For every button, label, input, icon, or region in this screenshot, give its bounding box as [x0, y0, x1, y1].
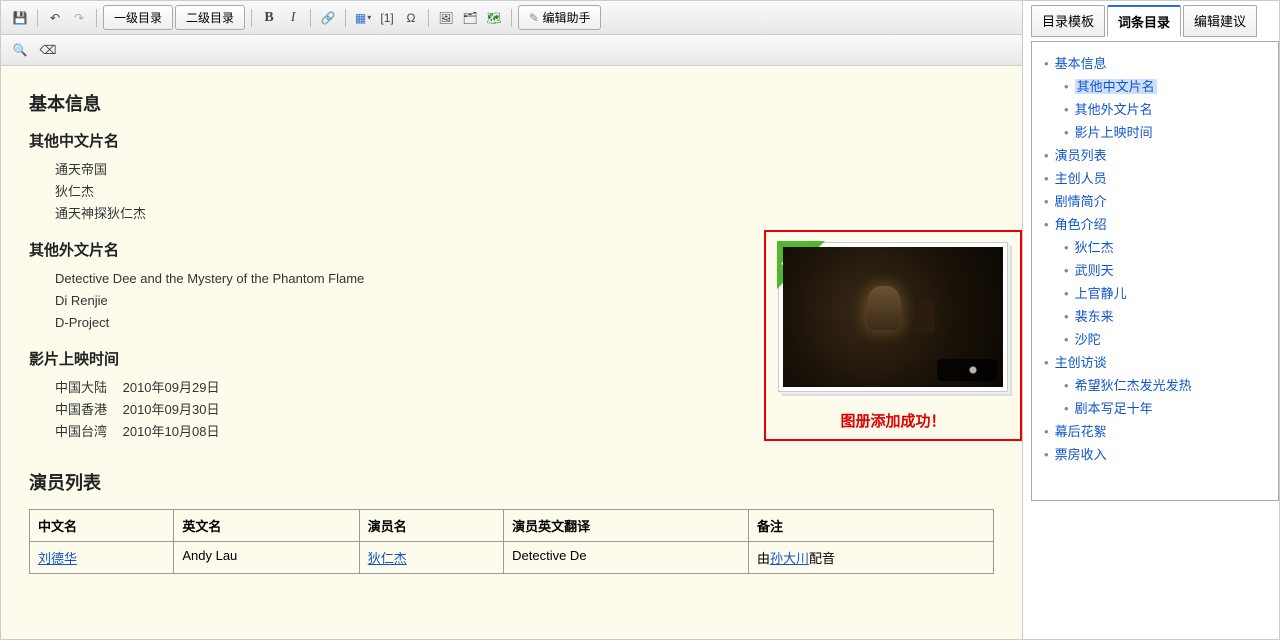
- editor-toolbar-row2: 🔍 ⌫: [1, 35, 1022, 66]
- table-header: 备注: [749, 510, 994, 542]
- toc-subitem: 影片上映时间: [1064, 121, 1272, 144]
- search-icon[interactable]: 🔍: [9, 39, 31, 61]
- cast-role-link[interactable]: 狄仁杰: [368, 551, 407, 566]
- list-item: 狄仁杰: [55, 181, 994, 203]
- table-header: 中文名: [30, 510, 174, 542]
- toc-link[interactable]: 角色介绍: [1055, 217, 1107, 232]
- map-icon[interactable]: 🗺: [483, 7, 505, 29]
- image-icon[interactable]: 🖼: [435, 7, 457, 29]
- toc-link[interactable]: 主创访谈: [1055, 355, 1107, 370]
- toc-item: 角色介绍狄仁杰武则天上官静儿裴东来沙陀: [1044, 213, 1272, 351]
- eraser-icon[interactable]: ⌫: [37, 39, 59, 61]
- toc-subitem: 希望狄仁杰发光发热: [1064, 374, 1272, 397]
- subsection-cn-alias: 其他中文片名: [29, 130, 994, 151]
- tab-1[interactable]: 词条目录: [1107, 5, 1181, 37]
- toc-link[interactable]: 主创人员: [1055, 171, 1107, 186]
- table-icon[interactable]: ▦: [352, 7, 374, 29]
- undo-icon[interactable]: ↶: [44, 7, 66, 29]
- toc-link[interactable]: 希望狄仁杰发光发热: [1075, 378, 1192, 393]
- toc-link[interactable]: 狄仁杰: [1075, 240, 1114, 255]
- toc-link[interactable]: 沙陀: [1075, 332, 1101, 347]
- toc-item: 主创人员: [1044, 167, 1272, 190]
- heading2-button[interactable]: 二级目录: [175, 5, 245, 30]
- toc-subitem: 沙陀: [1064, 328, 1272, 351]
- toc-link[interactable]: 上官静儿: [1075, 286, 1127, 301]
- cast-role-en: Detective De: [504, 542, 749, 574]
- toc-link[interactable]: 幕后花絮: [1055, 424, 1107, 439]
- cast-en: Andy Lau: [174, 542, 359, 574]
- reference-icon[interactable]: [1]: [376, 7, 398, 29]
- side-panel: 目录模板词条目录编辑建议 基本信息其他中文片名其他外文片名影片上映时间演员列表主…: [1023, 1, 1279, 639]
- heading1-button[interactable]: 一级目录: [103, 5, 173, 30]
- list-item: 通天帝国: [55, 159, 994, 181]
- section-cast: 演员列表: [29, 469, 994, 495]
- album-thumbnail: [783, 247, 1003, 387]
- save-icon[interactable]: 💾: [9, 7, 31, 29]
- side-tabs: 目录模板词条目录编辑建议: [1031, 5, 1279, 37]
- toc-item: 基本信息其他中文片名其他外文片名影片上映时间: [1044, 52, 1272, 144]
- cast-table: 中文名英文名演员名演员英文翻译备注 刘德华 Andy Lau 狄仁杰 Detec…: [29, 509, 994, 574]
- toc-item: 票房收入: [1044, 443, 1272, 466]
- link-icon[interactable]: 🔗: [317, 7, 339, 29]
- toc-link[interactable]: 武则天: [1075, 263, 1114, 278]
- toc-subitem: 其他外文片名: [1064, 98, 1272, 121]
- table-row: 刘德华 Andy Lau 狄仁杰 Detective De 由孙大川配音: [30, 542, 994, 574]
- album-caption: 图册添加成功！: [778, 410, 1008, 431]
- toc-item: 幕后花絮: [1044, 420, 1272, 443]
- special-char-icon[interactable]: Ω: [400, 7, 422, 29]
- toc-link[interactable]: 基本信息: [1055, 56, 1107, 71]
- toc-box[interactable]: 基本信息其他中文片名其他外文片名影片上映时间演员列表主创人员剧情简介角色介绍狄仁…: [1031, 41, 1279, 501]
- toc-link[interactable]: 剧情简介: [1055, 194, 1107, 209]
- bold-icon[interactable]: B: [258, 7, 280, 29]
- toc-subitem: 武则天: [1064, 259, 1272, 282]
- table-header: 演员名: [359, 510, 503, 542]
- list-item: 通天神探狄仁杰: [55, 203, 994, 225]
- assistant-button[interactable]: ✎ 编辑助手: [518, 5, 601, 30]
- italic-icon[interactable]: I: [282, 7, 304, 29]
- editor-content[interactable]: 基本信息 其他中文片名 通天帝国狄仁杰通天神探狄仁杰 其他外文片名 Detect…: [1, 66, 1022, 639]
- toc-subitem: 上官静儿: [1064, 282, 1272, 305]
- toc-link[interactable]: 影片上映时间: [1075, 125, 1153, 140]
- toc-subitem: 狄仁杰: [1064, 236, 1272, 259]
- toc-subitem: 裴东来: [1064, 305, 1272, 328]
- cast-note-link[interactable]: 孙大川: [770, 551, 809, 566]
- cast-cn-link[interactable]: 刘德华: [38, 551, 77, 566]
- album-success-box: 图册 图册添加成功！: [764, 230, 1022, 441]
- toc-link[interactable]: 其他中文片名: [1075, 79, 1157, 94]
- toc-subitem: 剧本写足十年: [1064, 397, 1272, 420]
- toc-link[interactable]: 其他外文片名: [1075, 102, 1153, 117]
- tab-2[interactable]: 编辑建议: [1183, 5, 1257, 37]
- toc-item: 演员列表: [1044, 144, 1272, 167]
- tab-0[interactable]: 目录模板: [1031, 5, 1105, 37]
- cast-note: 由孙大川配音: [749, 542, 994, 574]
- album-icon[interactable]: 🗂: [459, 7, 481, 29]
- editor-toolbar: 💾 ↶ ↷ 一级目录 二级目录 B I 🔗 ▦ [1] Ω 🖼 🗂 🗺 ✎ 编辑…: [1, 1, 1022, 35]
- table-header: 演员英文翻译: [504, 510, 749, 542]
- toc-item: 剧情简介: [1044, 190, 1272, 213]
- album-frame[interactable]: 图册: [778, 242, 1008, 392]
- section-basic-info: 基本信息: [29, 90, 994, 116]
- table-header: 英文名: [174, 510, 359, 542]
- toc-link[interactable]: 剧本写足十年: [1075, 401, 1153, 416]
- toc-item: 主创访谈希望狄仁杰发光发热剧本写足十年: [1044, 351, 1272, 420]
- toc-link[interactable]: 票房收入: [1055, 447, 1107, 462]
- toc-subitem: 其他中文片名: [1064, 75, 1272, 98]
- redo-icon[interactable]: ↷: [68, 7, 90, 29]
- toc-link[interactable]: 裴东来: [1075, 309, 1114, 324]
- toc-link[interactable]: 演员列表: [1055, 148, 1107, 163]
